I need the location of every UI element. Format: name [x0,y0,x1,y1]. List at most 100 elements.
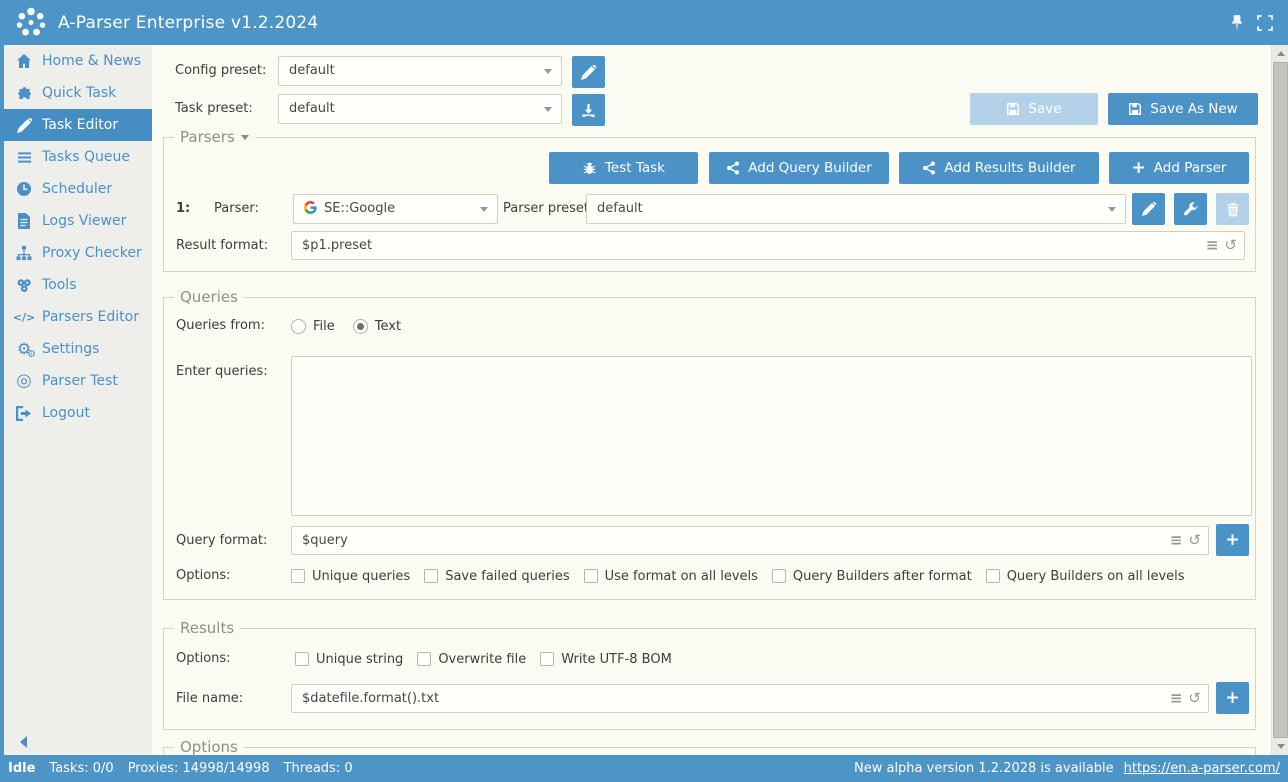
template-list-icon[interactable]: ≡ [1170,533,1183,548]
google-icon [304,201,317,214]
parser-preset-select[interactable]: default [586,194,1126,224]
sidebar-collapse-arrow[interactable] [20,736,27,748]
save-as-new-button[interactable]: Save As New [1108,93,1258,125]
download-icon [581,103,596,118]
checkbox-label: Overwrite file [438,652,526,667]
logout-icon [14,405,34,422]
sidebar-item-home-news[interactable]: Home & News [4,45,152,77]
save-button[interactable]: Save [970,93,1098,125]
query-builders-all-levels-checkbox[interactable]: Query Builders on all levels [986,569,1185,584]
add-results-builder-button[interactable]: Add Results Builder [899,152,1099,184]
edit-config-preset-button[interactable] [572,56,605,88]
task-preset-select[interactable]: default [278,94,562,124]
sidebar-item-label: Tasks Queue [42,149,130,165]
add-query-format-button[interactable]: + [1216,524,1249,556]
pin-icon[interactable] [1228,14,1246,32]
query-builders-after-format-checkbox[interactable]: Query Builders after format [772,569,972,584]
config-preset-label: Config preset: [175,56,266,86]
sidebar-item-scheduler[interactable]: Scheduler [4,173,152,205]
add-query-builder-label: Add Query Builder [748,160,872,176]
chevron-down-icon [480,207,488,212]
undo-icon[interactable]: ↺ [1188,691,1201,706]
sidebar-item-label: Home & News [42,53,141,69]
task-preset-label: Task preset: [175,94,253,124]
chevron-down-icon [544,107,552,112]
wrench-icon [1183,202,1198,217]
test-task-button[interactable]: Test Task [549,152,698,184]
puzzle-icon [14,85,34,102]
triangle-down-icon [1277,744,1285,749]
template-list-icon[interactable]: ≡ [1206,238,1219,253]
statusbar: Idle Tasks: 0/0 Proxies: 14998/14998 Thr… [0,755,1288,782]
sidebar-item-label: Task Editor [42,117,118,133]
result-format-label: Result format: [176,231,268,260]
parser-settings-button[interactable] [1174,193,1207,225]
delete-parser-button[interactable] [1216,193,1249,225]
queries-textarea[interactable] [291,356,1252,516]
queries-section: Queries Queries from: File Text Enter qu… [163,297,1256,600]
test-task-label: Test Task [605,160,665,176]
pencil-icon [14,117,34,134]
sidebar-item-parser-test[interactable]: ◎ Parser Test [4,365,152,397]
result-format-input[interactable] [291,231,1245,260]
sidebar-item-logs-viewer[interactable]: Logs Viewer [4,205,152,237]
checkbox-icon [584,569,598,583]
scrollbar-thumb[interactable] [1273,62,1288,738]
add-query-builder-button[interactable]: Add Query Builder [709,152,889,184]
undo-icon[interactable]: ↺ [1224,238,1237,253]
query-format-input[interactable] [291,526,1209,555]
options-legend: Options [174,739,244,755]
file-name-field: ≡↺ [291,684,1209,713]
sidebar-item-label: Logout [42,405,90,421]
save-button-label: Save [1028,101,1061,117]
sidebar-item-task-editor[interactable]: Task Editor [0,109,152,141]
update-link[interactable]: https://en.a-parser.com/ [1124,761,1280,776]
clock-icon [14,181,34,198]
file-name-input[interactable] [291,684,1209,713]
checkbox-icon [291,569,305,583]
unique-string-checkbox[interactable]: Unique string [295,652,403,667]
undo-icon[interactable]: ↺ [1188,533,1201,548]
sidebar-item-tools[interactable]: Tools [4,269,152,301]
share-icon [922,161,936,175]
save-failed-queries-checkbox[interactable]: Save failed queries [424,569,569,584]
sidebar-item-parsers-editor[interactable]: </> Parsers Editor [4,301,152,333]
unique-queries-checkbox[interactable]: Unique queries [291,569,410,584]
sidebar-item-proxy-checker[interactable]: Proxy Checker [4,237,152,269]
parsers-legend[interactable]: Parsers [174,129,255,146]
sidebar-item-quick-task[interactable]: Quick Task [4,77,152,109]
gears-cluster-icon [14,277,34,294]
use-format-all-levels-checkbox[interactable]: Use format on all levels [584,569,758,584]
sidebar-item-settings[interactable]: ⚙⚙ Settings [4,333,152,365]
update-notice: New alpha version 1.2.2028 is available [854,761,1114,776]
scroll-up-button[interactable] [1272,45,1288,62]
edit-parser-preset-button[interactable] [1132,193,1165,225]
load-task-preset-button[interactable] [572,94,605,126]
radio-checked-icon [353,319,368,334]
fullscreen-icon[interactable] [1256,14,1274,32]
scroll-down-button[interactable] [1272,738,1288,755]
bug-icon [582,161,597,176]
add-parser-button[interactable]: + Add Parser [1109,152,1249,184]
add-file-name-button[interactable]: + [1216,682,1249,714]
parsers-section: Parsers Test Task Add Query Builder Add … [163,137,1256,272]
template-list-icon[interactable]: ≡ [1170,691,1183,706]
vertical-scrollbar[interactable] [1271,45,1288,755]
checkbox-icon [295,652,309,666]
queries-legend: Queries [174,289,244,306]
queries-from-file-radio[interactable]: File [291,319,335,334]
sidebar-item-logout[interactable]: Logout [4,397,152,429]
sidebar-item-label: Quick Task [42,85,116,101]
checkbox-label: Save failed queries [445,569,569,584]
checkbox-icon [424,569,438,583]
checkbox-label: Query Builders after format [793,569,972,584]
parser-select[interactable]: SE::Google [293,194,498,224]
write-utf8-bom-checkbox[interactable]: Write UTF-8 BOM [540,652,672,667]
sidebar-item-tasks-queue[interactable]: Tasks Queue [4,141,152,173]
queries-from-text-radio[interactable]: Text [353,319,401,334]
config-preset-select[interactable]: default [278,56,562,86]
share-icon [726,161,740,175]
overwrite-file-checkbox[interactable]: Overwrite file [417,652,526,667]
sidebar-item-label: Proxy Checker [42,245,142,261]
chevron-down-icon [1108,207,1116,212]
